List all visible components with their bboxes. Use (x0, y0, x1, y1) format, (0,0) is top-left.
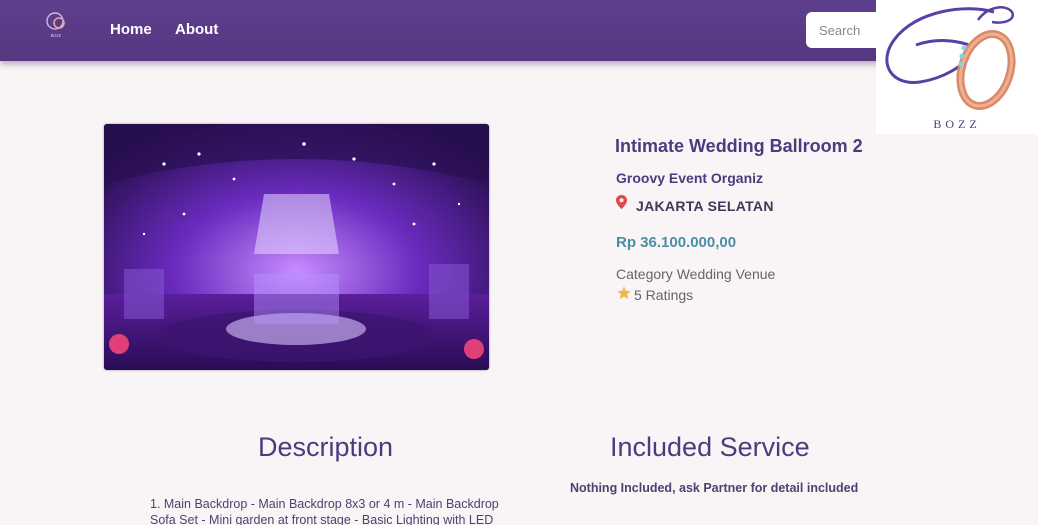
eo-ring-logo-icon[interactable]: BOZZ (40, 8, 72, 40)
description-text: 1. Main Backdrop - Main Backdrop 8x3 or … (150, 497, 499, 525)
brand-logo: BOZZ (876, 0, 1038, 134)
location-text: JAKARTA SELATAN (636, 198, 774, 214)
product-title: Intimate Wedding Ballroom 2 (615, 136, 863, 156)
map-pin-icon (616, 195, 627, 209)
nav-about-link[interactable]: About (175, 21, 218, 38)
included-service-text: Nothing Included, ask Partner for detail… (570, 481, 859, 495)
category-text: Category Wedding Venue (616, 266, 776, 282)
included-service-heading: Included Service (610, 432, 810, 462)
nav-home-link[interactable]: Home (110, 21, 152, 38)
wedding-ring-logo-icon (885, 6, 1016, 110)
star-icon (617, 286, 631, 299)
brand-name: BOZZ (933, 117, 981, 131)
svg-text:BOZZ: BOZZ (51, 33, 62, 38)
description-heading: Description (258, 432, 394, 462)
ratings-text: 5 Ratings (634, 287, 694, 303)
organizer-name[interactable]: Groovy Event Organiz (616, 170, 763, 186)
price-text: Rp 36.100.000,00 (616, 234, 737, 251)
ballroom-photo (104, 124, 489, 370)
